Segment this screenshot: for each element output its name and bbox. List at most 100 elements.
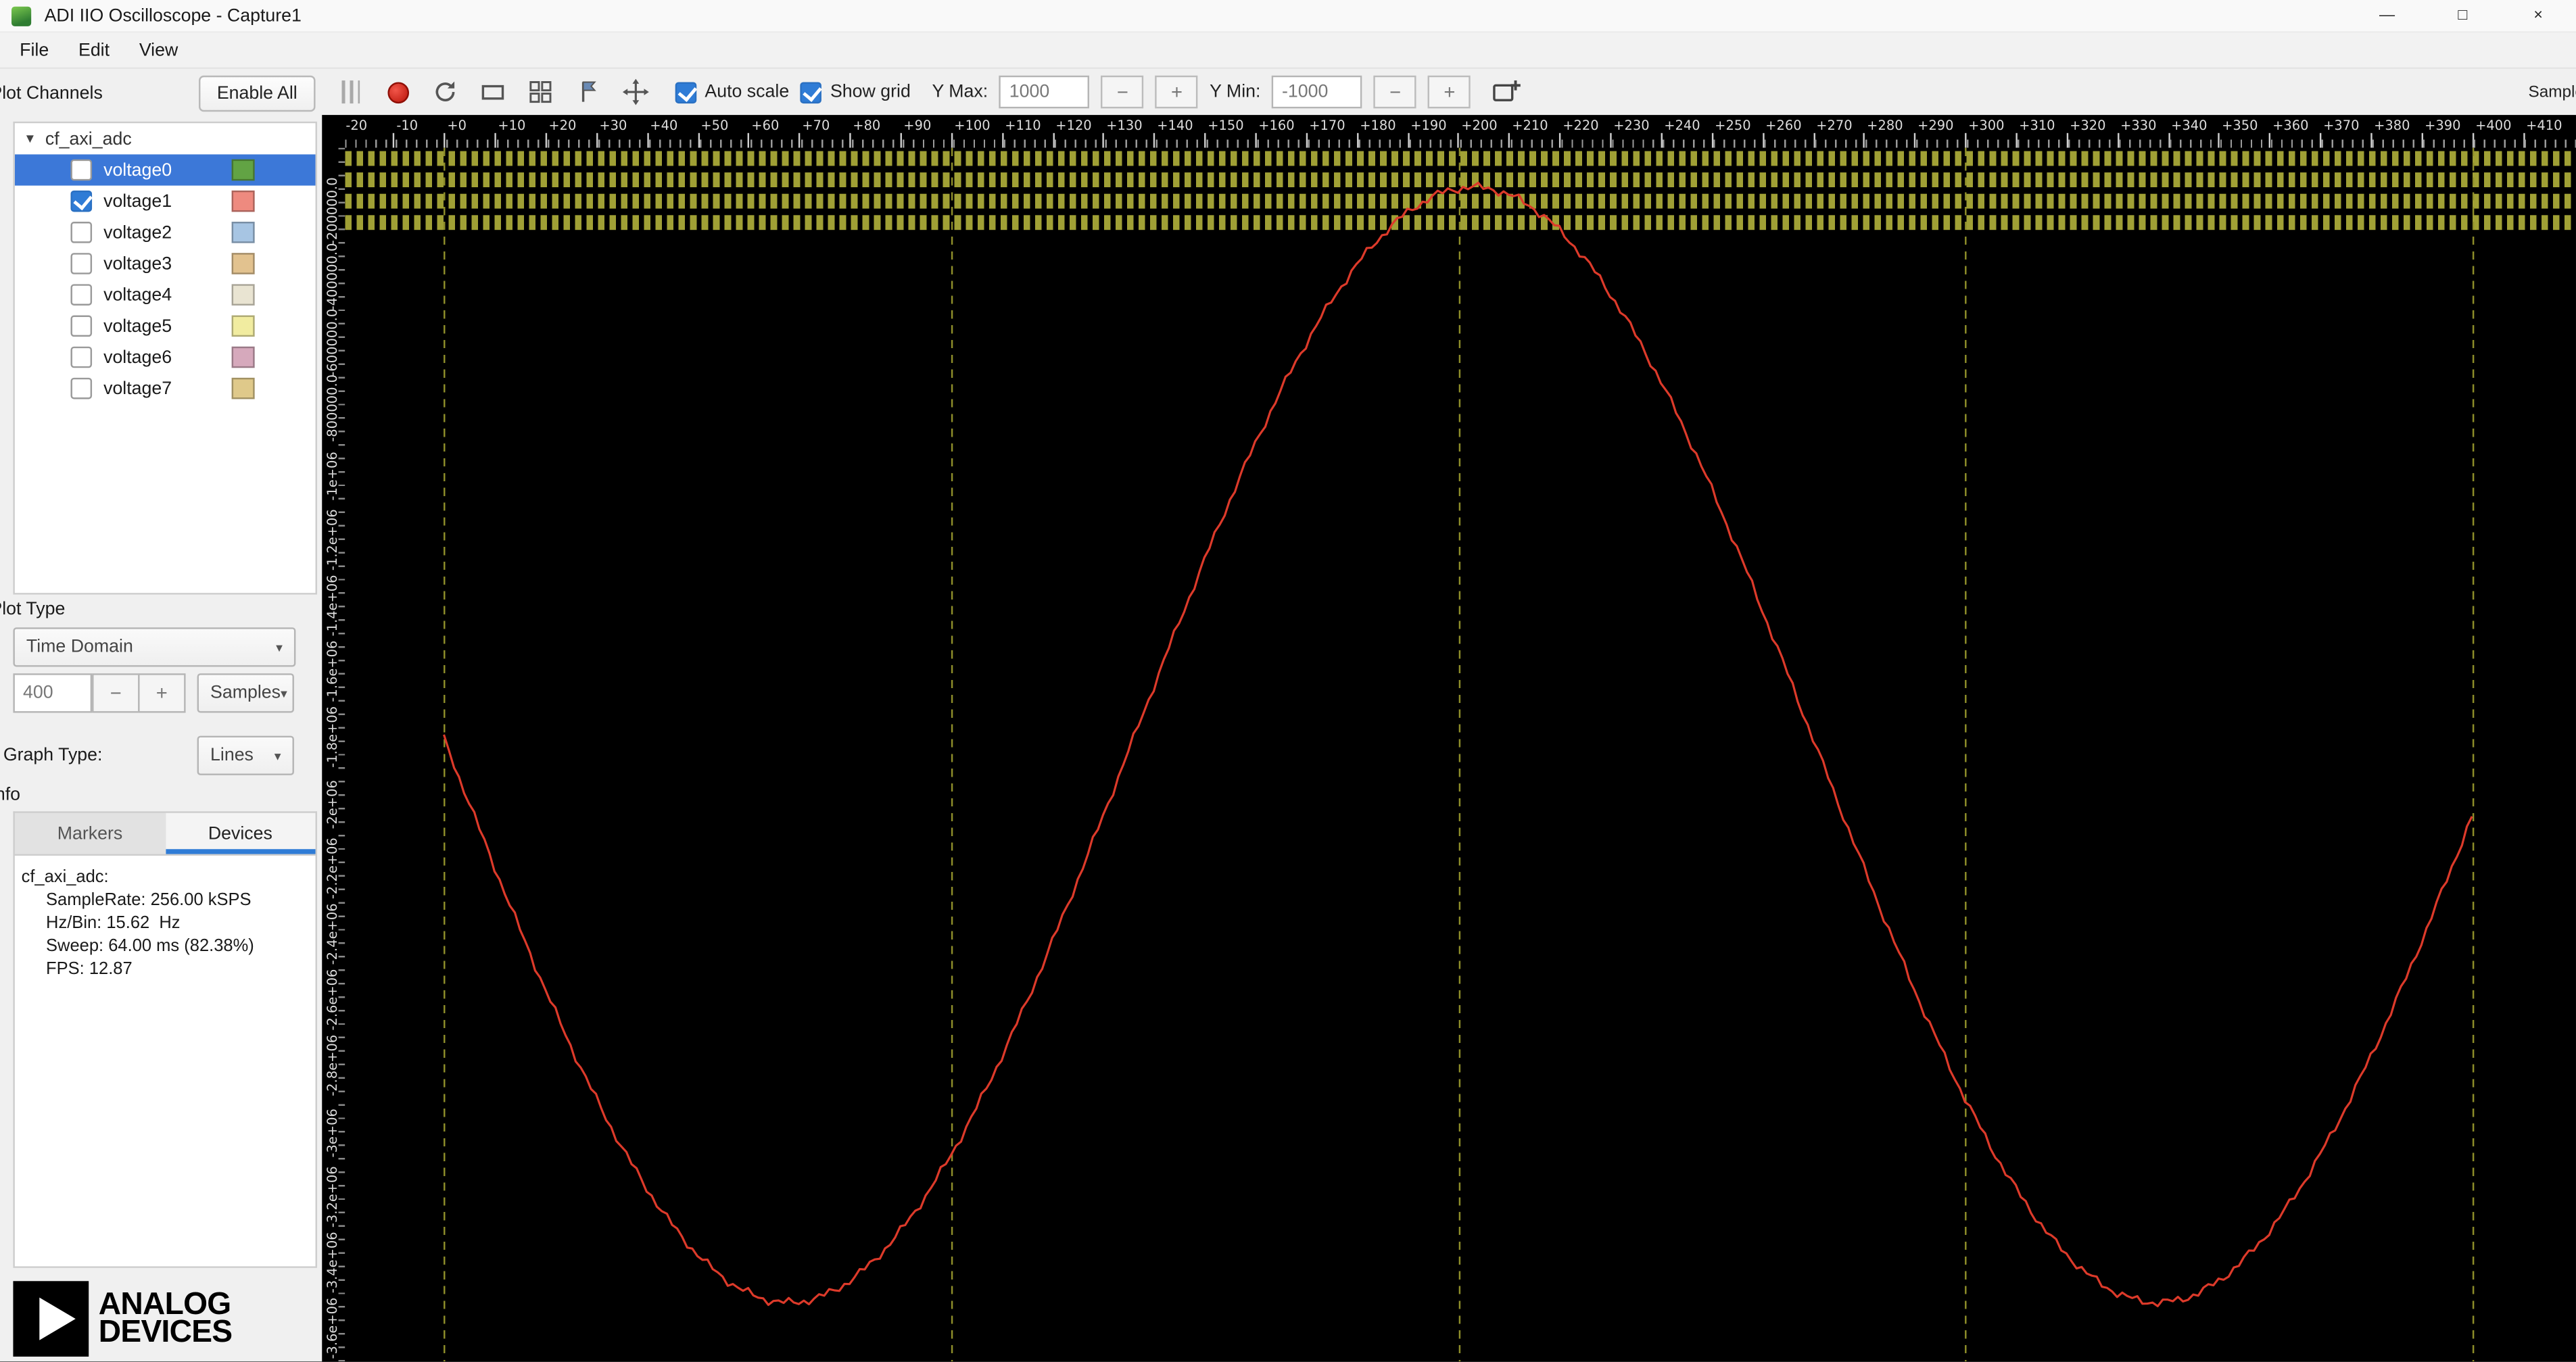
show-grid-checkbox[interactable] xyxy=(801,81,822,103)
expander-icon[interactable]: ▾ xyxy=(26,130,34,148)
grid-layout-icon[interactable] xyxy=(523,74,558,110)
channel-row[interactable]: voltage6 xyxy=(15,341,316,372)
channel-label: voltage1 xyxy=(103,191,172,212)
x-tick xyxy=(1965,132,1967,148)
x-tick-label: -20 xyxy=(345,118,368,133)
y-max-increment-button[interactable]: + xyxy=(1155,75,1199,109)
x-tick-label: -10 xyxy=(396,118,419,133)
channel-color-swatch[interactable] xyxy=(231,346,255,368)
sample-count-decrement-button[interactable]: − xyxy=(92,673,140,713)
x-tick-label: +70 xyxy=(802,118,830,133)
x-tick xyxy=(2269,132,2271,148)
tab-devices[interactable]: Devices xyxy=(165,812,316,854)
channel-checkbox[interactable] xyxy=(70,377,93,399)
screenshot-icon[interactable] xyxy=(475,74,510,110)
channel-row[interactable]: voltage2 xyxy=(15,217,316,248)
menubar: File Edit View xyxy=(0,32,2576,70)
channel-checkbox[interactable] xyxy=(70,190,93,212)
channel-label: voltage7 xyxy=(103,379,172,399)
graph-type-dropdown[interactable]: Lines ▾ xyxy=(197,735,294,775)
sample-count-input[interactable] xyxy=(13,673,93,713)
x-tick xyxy=(1103,132,1105,148)
y-max-input[interactable] xyxy=(999,75,1090,109)
channel-color-swatch[interactable] xyxy=(231,159,255,181)
channel-row[interactable]: voltage7 xyxy=(15,373,316,404)
enable-all-button[interactable]: Enable All xyxy=(199,75,316,112)
channel-checkbox[interactable] xyxy=(70,315,93,337)
add-plot-icon[interactable] xyxy=(1489,74,1525,110)
y-min-input[interactable] xyxy=(1272,75,1363,109)
channel-color-swatch[interactable] xyxy=(231,253,255,274)
y-tick-label: -1e+06 xyxy=(325,452,340,502)
move-pan-icon[interactable] xyxy=(618,74,654,110)
menu-item-view[interactable]: View xyxy=(124,35,193,65)
plot-type-label: Plot Type xyxy=(0,599,66,620)
x-tick-label: +370 xyxy=(2323,118,2360,133)
x-tick-label: +380 xyxy=(2374,118,2410,133)
restart-capture-icon[interactable] xyxy=(427,74,463,110)
sample-unit-dropdown[interactable]: Samples ▾ xyxy=(197,673,294,713)
x-tick xyxy=(2320,132,2322,148)
menu-item-edit[interactable]: Edit xyxy=(64,35,124,65)
show-grid-toggle[interactable]: Show grid xyxy=(801,81,911,103)
close-button[interactable]: × xyxy=(2500,0,2576,31)
x-tick-label: +50 xyxy=(700,118,729,133)
x-tick xyxy=(900,132,902,148)
auto-scale-toggle[interactable]: Auto scale xyxy=(675,81,789,103)
channel-color-swatch[interactable] xyxy=(231,284,255,306)
y-min-decrement-button[interactable]: − xyxy=(1374,75,1417,109)
channel-checkbox[interactable] xyxy=(70,222,93,243)
auto-scale-checkbox[interactable] xyxy=(675,81,697,103)
x-tick xyxy=(1356,132,1358,148)
channel-checkbox[interactable] xyxy=(70,253,93,274)
marker-flag-icon[interactable] xyxy=(570,74,606,110)
x-tick xyxy=(494,132,496,148)
plot-type-value: Time Domain xyxy=(26,637,133,657)
x-tick-label: +310 xyxy=(2019,118,2055,133)
sample-count-increment-button[interactable]: + xyxy=(138,673,186,713)
x-tick-label: +60 xyxy=(751,118,780,133)
device-tree-node[interactable]: ▾ cf_axi_adc xyxy=(15,123,316,154)
maximize-button[interactable]: □ xyxy=(2425,0,2500,31)
x-tick-label: +0 xyxy=(447,118,467,133)
y-tick-label: -3.2e+06 xyxy=(325,1165,340,1227)
channel-checkbox[interactable] xyxy=(70,284,93,306)
y-min-increment-button[interactable]: + xyxy=(1428,75,1471,109)
x-tick-label: +330 xyxy=(2120,118,2157,133)
x-tick-label: +340 xyxy=(2171,118,2208,133)
channel-label: voltage3 xyxy=(103,253,172,274)
plot-type-dropdown[interactable]: Time Domain ▾ xyxy=(13,627,296,667)
x-tick-label: +170 xyxy=(1309,118,1345,133)
x-tick-label: +10 xyxy=(498,118,526,133)
logo-line1: ANALOG xyxy=(98,1287,231,1323)
channel-color-swatch[interactable] xyxy=(231,190,255,212)
chevron-down-icon: ▾ xyxy=(281,685,287,701)
x-tick xyxy=(2016,132,2018,148)
x-tick-label: +160 xyxy=(1258,118,1295,133)
channel-color-swatch[interactable] xyxy=(231,377,255,399)
y-max-decrement-button[interactable]: − xyxy=(1101,75,1144,109)
x-tick xyxy=(1204,132,1206,148)
channel-checkbox[interactable] xyxy=(70,346,93,368)
x-tick xyxy=(697,132,699,148)
minimize-button[interactable]: — xyxy=(2350,0,2425,31)
tab-markers[interactable]: Markers xyxy=(15,813,165,854)
channel-list: ▾ cf_axi_adc voltage0 voltage1 voltage2 vol… xyxy=(13,121,317,595)
channel-row[interactable]: voltage4 xyxy=(15,279,316,310)
channel-row[interactable]: voltage5 xyxy=(15,310,316,341)
channel-row[interactable]: voltage3 xyxy=(15,248,316,279)
capture-record-button[interactable] xyxy=(379,74,415,110)
y-tick-label: -3.6e+06 xyxy=(325,1297,340,1359)
channel-row[interactable]: voltage1 xyxy=(15,186,316,217)
x-tick xyxy=(1052,132,1054,148)
analog-devices-logo: ANALOG DEVICES xyxy=(13,1278,233,1359)
channel-checkbox[interactable] xyxy=(70,159,93,181)
channel-color-swatch[interactable] xyxy=(231,315,255,337)
channel-color-swatch[interactable] xyxy=(231,222,255,243)
menu-item-file[interactable]: File xyxy=(5,35,64,65)
channel-row[interactable]: voltage0 xyxy=(14,154,316,186)
plot-canvas[interactable] xyxy=(345,147,2576,1362)
chevron-down-icon: ▾ xyxy=(276,639,283,655)
y-min-label: Y Min: xyxy=(1210,82,1261,102)
channel-label: voltage2 xyxy=(103,222,172,243)
